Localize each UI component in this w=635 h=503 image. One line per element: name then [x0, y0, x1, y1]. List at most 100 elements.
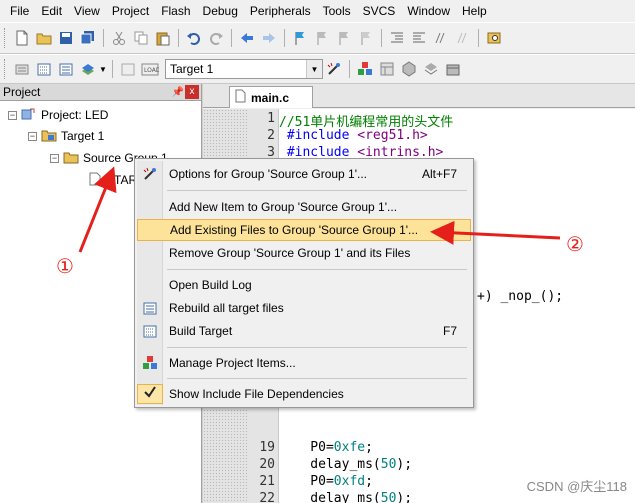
- menu-svcs[interactable]: SVCS: [357, 0, 402, 22]
- open-folder-icon[interactable]: [33, 28, 54, 49]
- target-select[interactable]: Target 1 ▼: [165, 59, 323, 79]
- line-number: 2: [267, 128, 275, 143]
- pin-icon[interactable]: 📌: [171, 87, 185, 98]
- download-icon[interactable]: LOAD: [139, 59, 160, 80]
- checkmark-icon: [137, 384, 163, 404]
- annotation-marker-2: ②: [566, 232, 584, 256]
- tree-item-project[interactable]: − Project: LED: [8, 105, 108, 125]
- copy-icon[interactable]: [130, 28, 151, 49]
- indent-icon[interactable]: [386, 28, 407, 49]
- new-file-icon[interactable]: [11, 28, 32, 49]
- rebuild-icon: [137, 300, 163, 316]
- redo-icon[interactable]: [205, 28, 226, 49]
- chevron-down-icon[interactable]: ▼: [306, 60, 322, 78]
- menu-view[interactable]: View: [68, 0, 106, 22]
- comment-icon[interactable]: [430, 28, 451, 49]
- toolbar-separator: [103, 29, 104, 47]
- tree-item-file[interactable]: STAR: [88, 170, 137, 190]
- toolbar-separator: [284, 29, 285, 47]
- toolbar-grip[interactable]: [4, 28, 7, 48]
- menu-item-label: Show Include File Dependencies: [169, 387, 344, 401]
- build-icon[interactable]: [33, 59, 54, 80]
- menu-item-label: Remove Group 'Source Group 1' and its Fi…: [169, 246, 411, 260]
- menu-flash[interactable]: Flash: [155, 0, 196, 22]
- menu-item-label: Add Existing Files to Group 'Source Grou…: [170, 223, 419, 237]
- project-panel-title: Project: [3, 85, 41, 99]
- cut-icon[interactable]: [108, 28, 129, 49]
- save-all-icon[interactable]: [77, 28, 98, 49]
- manage-components-icon[interactable]: [398, 59, 419, 80]
- menu-peripherals[interactable]: Peripherals: [244, 0, 317, 22]
- menu-item-options-for-group[interactable]: Options for Group 'Source Group 1'... Al…: [137, 163, 471, 185]
- save-icon[interactable]: [55, 28, 76, 49]
- bookmark-prev-icon[interactable]: [311, 28, 332, 49]
- menu-edit[interactable]: Edit: [35, 0, 68, 22]
- toolbar-separator: [112, 60, 113, 78]
- collapse-toggle-icon[interactable]: −: [50, 153, 59, 163]
- menu-item-open-build-log[interactable]: Open Build Log: [137, 274, 471, 296]
- editor-tabstrip: main.c: [203, 84, 635, 108]
- menu-item-remove-group[interactable]: Remove Group 'Source Group 1' and its Fi…: [137, 242, 471, 264]
- paste-icon[interactable]: [152, 28, 173, 49]
- select-packs-icon[interactable]: [376, 59, 397, 80]
- target-options-icon[interactable]: [323, 59, 344, 80]
- bookmark-next-icon[interactable]: [333, 28, 354, 49]
- tree-item-label: Target 1: [61, 129, 105, 143]
- toolbar-grip[interactable]: [4, 59, 7, 79]
- toolbar-separator: [231, 29, 232, 47]
- menu-item-add-existing-files[interactable]: Add Existing Files to Group 'Source Grou…: [137, 219, 471, 241]
- menu-tools[interactable]: Tools: [317, 0, 357, 22]
- nav-back-icon[interactable]: [236, 28, 257, 49]
- menu-item-add-new-item[interactable]: Add New Item to Group 'Source Group 1'..…: [137, 196, 471, 218]
- pack-icon[interactable]: [442, 59, 463, 80]
- toolbar-separator: [381, 29, 382, 47]
- menu-item-label: Options for Group 'Source Group 1'...: [169, 167, 368, 181]
- uncomment-icon[interactable]: [452, 28, 473, 49]
- menu-file[interactable]: File: [4, 0, 35, 22]
- menu-separator: [167, 378, 467, 379]
- unindent-icon[interactable]: [408, 28, 429, 49]
- menu-window[interactable]: Window: [401, 0, 456, 22]
- bookmark-insert-icon[interactable]: [289, 28, 310, 49]
- menu-item-manage-project-items[interactable]: Manage Project Items...: [137, 352, 471, 374]
- menu-help[interactable]: Help: [456, 0, 493, 22]
- manage-items-icon: [137, 355, 163, 371]
- close-panel-button[interactable]: x: [185, 85, 199, 99]
- menu-item-show-include-deps[interactable]: Show Include File Dependencies: [137, 383, 471, 405]
- target-icon: [41, 128, 57, 145]
- dropdown-arrow-icon[interactable]: ▼: [99, 59, 107, 80]
- code-text: delay_ms(50);: [279, 457, 413, 472]
- undo-icon[interactable]: [183, 28, 204, 49]
- menu-project[interactable]: Project: [106, 0, 155, 22]
- menu-item-build-target[interactable]: Build Target F7: [137, 320, 471, 342]
- collapse-toggle-icon[interactable]: −: [8, 110, 17, 120]
- menubar: File Edit View Project Flash Debug Perip…: [0, 0, 635, 22]
- pack-installer-icon[interactable]: [420, 59, 441, 80]
- collapse-toggle-icon[interactable]: −: [28, 131, 37, 141]
- code-line: 22 delay_ms(50);: [253, 491, 412, 503]
- rebuild-icon[interactable]: [55, 59, 76, 80]
- code-text: delay_ms(50);: [279, 491, 413, 503]
- find-in-files-icon[interactable]: [483, 28, 504, 49]
- menu-debug[interactable]: Debug: [197, 0, 244, 22]
- nav-forward-icon[interactable]: [258, 28, 279, 49]
- batch-build-icon[interactable]: [77, 59, 98, 80]
- svg-text:LOAD: LOAD: [144, 67, 159, 74]
- build-toolbar: ▼ LOAD Target 1 ▼: [0, 54, 635, 84]
- menu-item-label: Add New Item to Group 'Source Group 1'..…: [169, 200, 398, 214]
- target-select-value: Target 1: [170, 62, 214, 76]
- tree-item-label: STAR: [106, 173, 138, 187]
- tab-main-c[interactable]: main.c: [229, 86, 313, 108]
- standard-toolbar: [0, 22, 635, 54]
- translate-icon[interactable]: [11, 59, 32, 80]
- menu-item-rebuild-all[interactable]: Rebuild all target files: [137, 297, 471, 319]
- stop-build-icon[interactable]: [117, 59, 138, 80]
- code-text: //51单片机编程常用的头文件: [279, 115, 454, 130]
- bookmark-clear-icon[interactable]: [355, 28, 376, 49]
- manage-project-items-icon[interactable]: [354, 59, 375, 80]
- tree-item-target[interactable]: − Target 1: [28, 126, 104, 146]
- toolbar-separator: [349, 60, 350, 78]
- menu-item-shortcut: F7: [442, 324, 457, 338]
- code-line: 20 delay_ms(50);: [253, 457, 412, 474]
- build-icon: [137, 323, 163, 339]
